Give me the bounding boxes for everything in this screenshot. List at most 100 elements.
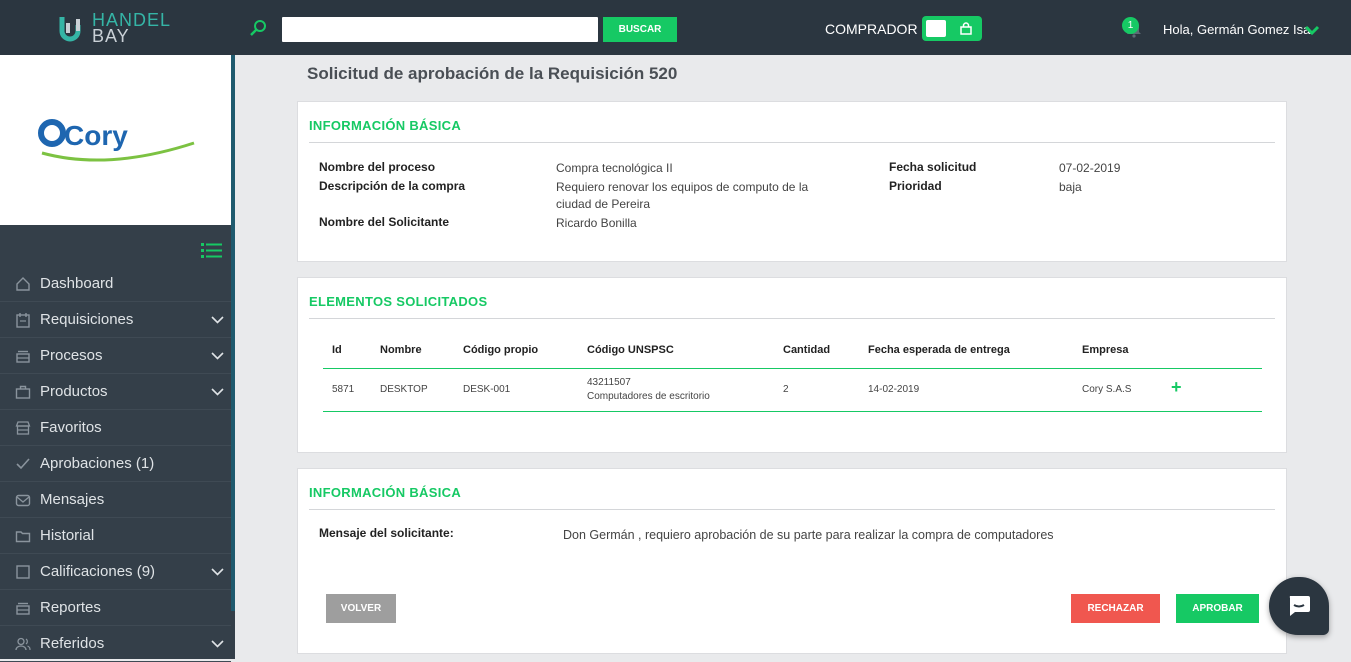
column-header-codigo-propio: Código propio xyxy=(463,344,539,356)
message-card: INFORMACIÓN BÁSICA Mensaje del solicitan… xyxy=(297,468,1287,654)
process-name-value: Compra tecnológica II xyxy=(556,161,673,175)
section-divider xyxy=(309,318,1275,319)
check-icon xyxy=(16,458,30,470)
chevron-down-icon xyxy=(211,388,224,396)
sidebar-item-label: Mensajes xyxy=(40,491,105,508)
stack-icon xyxy=(16,350,30,363)
cell-empresa: Cory S.A.S xyxy=(1082,384,1132,395)
folder-icon xyxy=(15,531,31,543)
sidebar-item-favoritos[interactable]: Favoritos xyxy=(0,410,231,446)
requester-message: Don Germán , requiero aprobación de su p… xyxy=(563,528,1054,542)
requested-items-card: ELEMENTOS SOLICITADOS Id Nombre Código p… xyxy=(297,277,1287,453)
section-divider xyxy=(309,509,1275,510)
mode-toggle[interactable] xyxy=(922,16,982,41)
sidebar-item-mensajes[interactable]: Mensajes xyxy=(0,482,231,518)
handelbay-logo-icon xyxy=(59,17,81,42)
search-input[interactable] xyxy=(282,17,598,42)
square-icon xyxy=(16,565,30,579)
section-title: INFORMACIÓN BÁSICA xyxy=(309,118,462,133)
sidebar-item-dashboard[interactable]: Dashboard xyxy=(0,266,231,302)
cell-nombre: DESKTOP xyxy=(380,384,428,395)
description-line2: ciudad de Pereira xyxy=(556,197,651,211)
home-icon xyxy=(16,277,30,291)
requester-label: Nombre del Solicitante xyxy=(319,215,450,229)
sidebar-item-label: Procesos xyxy=(40,347,103,364)
company-logo-text: Cory xyxy=(64,120,128,151)
chevron-down-icon[interactable] xyxy=(1304,25,1320,35)
back-button[interactable]: VOLVER xyxy=(326,594,396,623)
sidebar-item-label: Calificaciones (9) xyxy=(40,563,156,580)
shopping-bag-icon xyxy=(960,22,972,35)
toggle-knob xyxy=(926,20,946,37)
sidebar-item-historial[interactable]: Historial xyxy=(0,518,231,554)
chevron-down-icon xyxy=(211,640,224,648)
sidebar-item-label: Productos xyxy=(40,383,108,400)
envelope-icon xyxy=(15,494,31,507)
logo-line2: BAY xyxy=(92,26,130,46)
add-icon[interactable]: + xyxy=(1171,378,1182,396)
process-name-label: Nombre del proceso xyxy=(319,160,436,174)
search-button[interactable]: BUSCAR xyxy=(603,17,677,42)
cell-id: 5871 xyxy=(332,384,355,395)
chat-widget-button[interactable] xyxy=(1269,577,1329,635)
chevron-down-icon xyxy=(211,316,224,324)
description-label: Descripción de la compra xyxy=(319,179,466,193)
sidebar-item-calificaciones[interactable]: Calificaciones (9) xyxy=(0,554,231,590)
sidebar-item-label: Aprobaciones (1) xyxy=(40,455,155,472)
sidebar-scrollbar[interactable] xyxy=(231,55,235,611)
sidebar-item-productos[interactable]: Productos xyxy=(0,374,231,410)
column-header-fecha-entrega: Fecha esperada de entrega xyxy=(868,344,1010,356)
user-greeting[interactable]: Hola, Germán Gomez Isa xyxy=(1163,22,1310,37)
search-icon[interactable] xyxy=(249,19,267,37)
chat-icon xyxy=(1289,596,1310,616)
chevron-down-icon xyxy=(211,352,224,360)
column-header-unspsc: Código UNSPSC xyxy=(587,344,674,356)
column-header-empresa: Empresa xyxy=(1082,344,1129,356)
request-date-label: Fecha solicitud xyxy=(889,160,977,174)
store-icon xyxy=(15,421,31,435)
clipboard-icon xyxy=(16,313,30,328)
section-title: ELEMENTOS SOLICITADOS xyxy=(309,294,488,309)
sidebar-menu: Dashboard Requisiciones Procesos Product… xyxy=(0,266,231,662)
sidebar-item-label: Referidos xyxy=(40,635,105,652)
sidebar-item-requisiciones[interactable]: Requisiciones xyxy=(0,302,231,338)
table-footer-divider xyxy=(323,411,1262,412)
description-line1: Requiero renovar los equipos de computo … xyxy=(556,180,809,194)
priority-value: baja xyxy=(1059,180,1082,194)
priority-label: Prioridad xyxy=(889,179,942,193)
section-title: INFORMACIÓN BÁSICA xyxy=(309,485,462,500)
section-divider xyxy=(309,142,1275,143)
table-header-divider xyxy=(323,368,1262,369)
mode-label: COMPRADOR xyxy=(825,21,918,37)
users-icon xyxy=(15,637,31,651)
basic-info-card: INFORMACIÓN BÁSICA Nombre del proceso Co… xyxy=(297,101,1287,262)
column-header-nombre: Nombre xyxy=(380,344,422,356)
sidebar-item-aprobaciones[interactable]: Aprobaciones (1) xyxy=(0,446,231,482)
sidebar-item-procesos[interactable]: Procesos xyxy=(0,338,231,374)
cell-cantidad: 2 xyxy=(783,384,789,395)
briefcase-icon xyxy=(15,385,31,399)
approve-button[interactable]: APROBAR xyxy=(1176,594,1259,623)
reject-button[interactable]: RECHAZAR xyxy=(1071,594,1160,623)
stack-icon xyxy=(16,602,30,615)
sidebar-item-label: Dashboard xyxy=(40,275,114,292)
sidebar-item-reportes[interactable]: Reportes xyxy=(0,590,231,626)
column-header-cantidad: Cantidad xyxy=(783,344,831,356)
chevron-down-icon xyxy=(211,568,224,576)
requester-message-label: Mensaje del solicitante: xyxy=(319,526,454,540)
top-bar: HANDEL BAY BUSCAR COMPRADOR 1 Hola, Germ… xyxy=(0,0,1351,55)
sidebar-item-referidos[interactable]: Referidos xyxy=(0,626,231,662)
cell-unspsc-code: 43211507 xyxy=(587,377,631,388)
page-title: Solicitud de aprobación de la Requisició… xyxy=(307,64,678,83)
column-header-id: Id xyxy=(332,344,342,356)
company-logo: Cory xyxy=(38,119,195,162)
cell-fecha: 14-02-2019 xyxy=(868,384,920,395)
sidebar-item-label: Favoritos xyxy=(40,419,102,436)
handelbay-logo[interactable]: HANDEL BAY xyxy=(58,11,188,47)
notification-badge: 1 xyxy=(1122,17,1139,34)
cell-unspsc-desc: Computadores de escritorio xyxy=(587,391,710,402)
menu-list-icon[interactable] xyxy=(201,242,222,259)
request-date-value: 07-02-2019 xyxy=(1059,161,1121,175)
cell-codigo-propio: DESK-001 xyxy=(463,384,511,395)
sidebar-item-label: Reportes xyxy=(40,599,101,616)
